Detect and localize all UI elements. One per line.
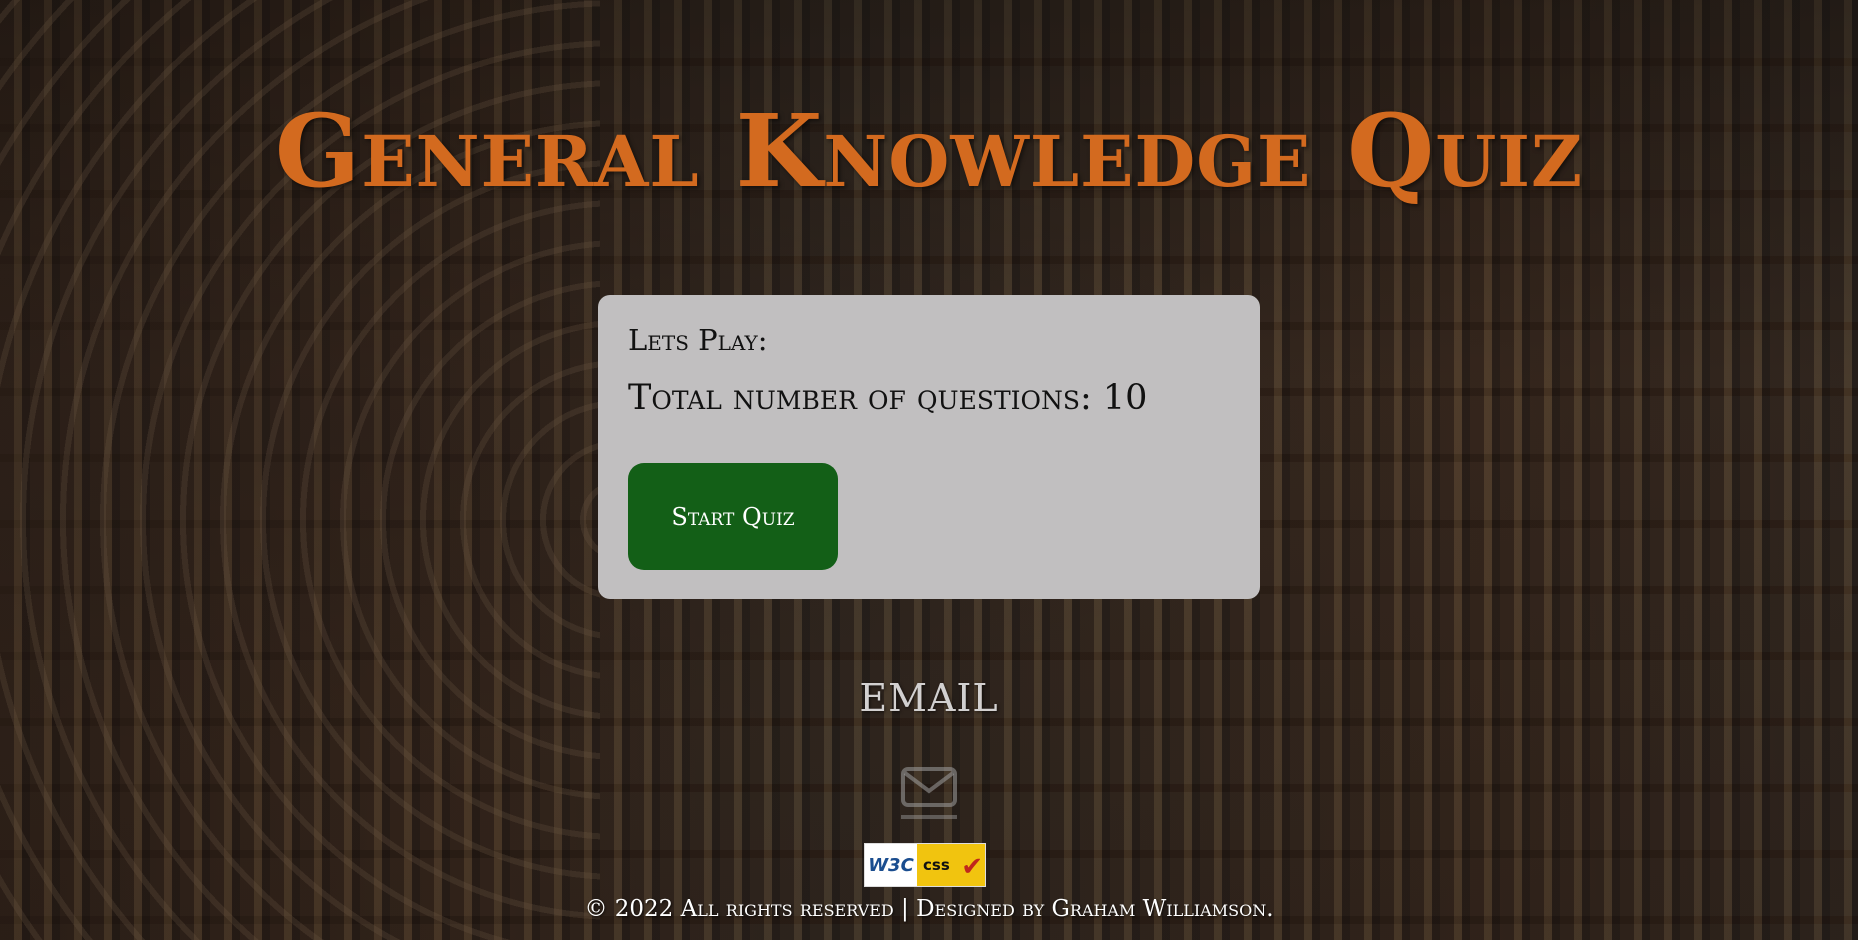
footer-copyright: © 2022 All rights reserved | Designed by… (584, 896, 1274, 922)
w3c-css-validation-badge[interactable]: W3C css ✔ (864, 843, 986, 887)
w3c-logo-text: W3C (865, 844, 917, 886)
checkmark-icon: ✔ (961, 852, 983, 882)
total-questions-label: Total number of questions: 10 (628, 377, 1148, 418)
quiz-start-card: Lets Play: Total number of questions: 10… (598, 295, 1260, 599)
start-quiz-button[interactable]: Start Quiz (628, 463, 838, 570)
lets-play-label: Lets Play: (628, 323, 768, 357)
css-logo-text: css ✔ (917, 844, 985, 886)
page-title: General Knowledge Quiz (274, 92, 1584, 210)
envelope-icon[interactable] (899, 765, 959, 821)
email-label: EMAIL (859, 676, 999, 720)
css-text: css (923, 856, 950, 874)
